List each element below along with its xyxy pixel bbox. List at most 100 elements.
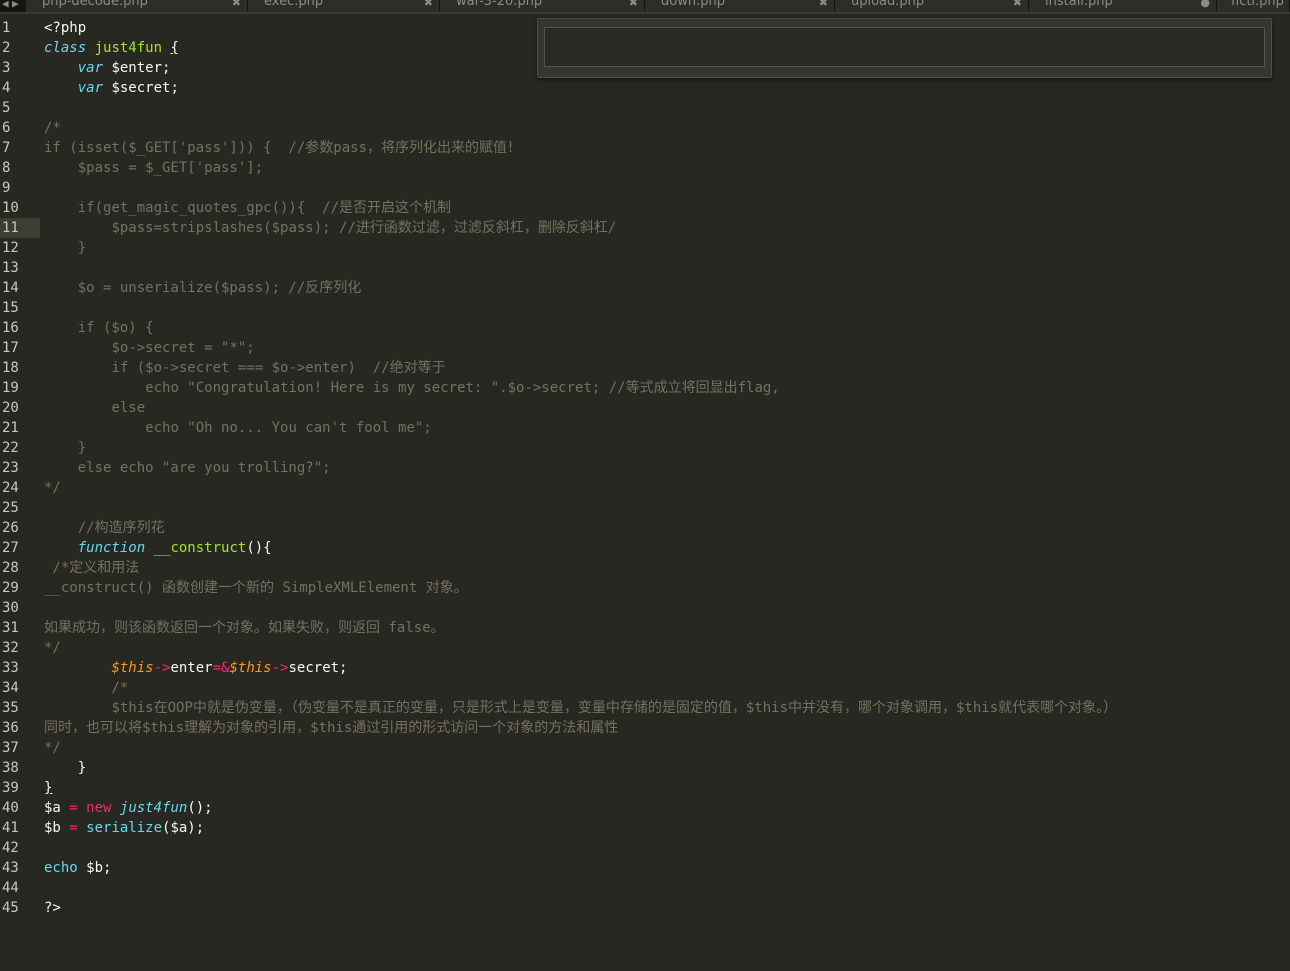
code-line: class just4fun { [44,40,179,56]
line-number: 38 [2,760,19,776]
line-number: 2 [2,40,11,56]
code-line: $b = serialize($a); [44,820,205,836]
code-line: else [111,400,146,416]
line-number: 41 [2,820,19,836]
line-number: 35 [2,700,19,716]
code-line: var $enter; [77,60,171,76]
line-number: 24 [2,480,19,496]
code-line: $a = new just4fun(); [44,800,213,816]
code-line: /*定义和用法 [44,560,140,576]
line-number: 16 [2,320,19,336]
code-line: $o->secret = "*"; [111,340,255,356]
tab-down[interactable]: down.php ✖ [645,0,835,12]
line-number: 22 [2,440,19,456]
code-line: 同时，也可以将$this理解为对象的引用，$this通过引用的形式访问一个对象的… [44,720,619,736]
line-number: 30 [2,600,19,616]
line-number: 6 [2,120,11,136]
line-number-gutter: 1 2 3 4 5 6 7 8 9 10 11 12 13 14 15 16 17 18 19 20 21 22 23 24 2… [0,18,40,918]
line-number: 37 [2,740,19,756]
close-icon[interactable]: ✖ [629,0,638,9]
code-line: /* [44,120,61,136]
line-number: 4 [2,80,11,96]
line-number: 43 [2,860,19,876]
code-line: echo $b; [44,860,112,876]
line-number: 28 [2,560,19,576]
tab-label: exec.php [264,0,324,9]
line-number: 5 [2,100,11,116]
line-number: 29 [2,580,19,596]
line-number: 13 [2,260,19,276]
line-number: 33 [2,660,19,676]
tab-bar: ◀ ▶ php-decode.php ✖ exec.php ✖ war-3-20… [0,0,1290,14]
line-number: 31 [2,620,19,636]
line-number: 15 [2,300,19,316]
line-number: 42 [2,840,19,856]
line-number: 44 [2,880,19,896]
tab-exec[interactable]: exec.php ✖ [248,0,440,12]
code-line: */ [44,740,61,756]
line-number: 25 [2,500,19,516]
tab-upload[interactable]: upload.php ✖ [835,0,1029,12]
tab-scroll-right-icon[interactable]: ▶ [12,0,19,10]
line-number: 39 [2,780,19,796]
code-line: $o = unserialize($pass); //反序列化 [77,280,362,296]
line-number: 3 [2,60,11,76]
code-line: } [77,440,87,456]
line-number: 1 [2,20,11,36]
code-line: //构造序列花 [77,520,165,536]
line-number: 18 [2,360,19,376]
tab-war[interactable]: war-3-20.php ✖ [440,0,645,12]
modified-dot-icon[interactable]: ● [1200,0,1210,9]
close-icon[interactable]: ✖ [424,0,433,9]
code-editor[interactable]: <?php class just4fun { var $enter; var $… [44,18,1284,918]
line-number: 10 [2,200,19,216]
code-line: /* [111,680,129,696]
code-line: */ [44,640,61,656]
code-line: ?> [44,900,61,916]
code-line: echo "Congratulation! Here is my secret:… [145,380,780,396]
code-line: if(get_magic_quotes_gpc()){ //是否开启这个机制 [77,200,452,216]
close-icon[interactable]: ✖ [819,0,828,9]
line-number: 26 [2,520,19,536]
tab-install[interactable]: install.php ● [1029,0,1217,12]
line-number: 8 [2,160,11,176]
code-line: else echo "are you trolling?"; [77,460,331,476]
close-icon[interactable]: ✖ [232,0,241,9]
code-line: $this在OOP中就是伪变量，（伪变量不是真正的变量，只是形式上是变量，变量中… [111,700,1118,716]
code-line: var $secret; [77,80,179,96]
tab-label: upload.php [851,0,925,9]
line-number: 11 [0,218,40,238]
line-number: 19 [2,380,19,396]
code-line: function __construct(){ [77,540,272,556]
code-line: */ [44,480,61,496]
line-number: 40 [2,800,19,816]
line-number: 34 [2,680,19,696]
tab-php-decode[interactable]: php-decode.php ✖ [26,0,248,12]
line-number: 14 [2,280,19,296]
tab-label: php-decode.php [42,0,148,9]
line-number: 20 [2,400,19,416]
code-line: $pass=stripslashes($pass); //进行函数过滤，过滤反斜… [111,220,617,236]
tab-scroll-left-icon[interactable]: ◀ [2,0,9,10]
line-number: 7 [2,140,11,156]
line-number: 17 [2,340,19,356]
code-line: 如果成功，则该函数返回一个对象。如果失败，则返回 false。 [44,620,445,636]
line-number: 12 [2,240,19,256]
code-line: if ($o->secret === $o->enter) //绝对等于 [111,360,446,376]
code-line: } [77,240,87,256]
line-number: 45 [2,900,19,916]
line-number: 23 [2,460,19,476]
code-line: <?php [44,20,87,36]
tab-label: war-3-20.php [456,0,543,9]
line-number: 9 [2,180,11,196]
tab-flctl[interactable]: flctl.php [1217,0,1290,12]
tab-label: flctl.php [1231,0,1284,9]
close-icon[interactable]: ✖ [1013,0,1022,9]
code-line: $this->enter=&$this->secret; [111,660,348,676]
